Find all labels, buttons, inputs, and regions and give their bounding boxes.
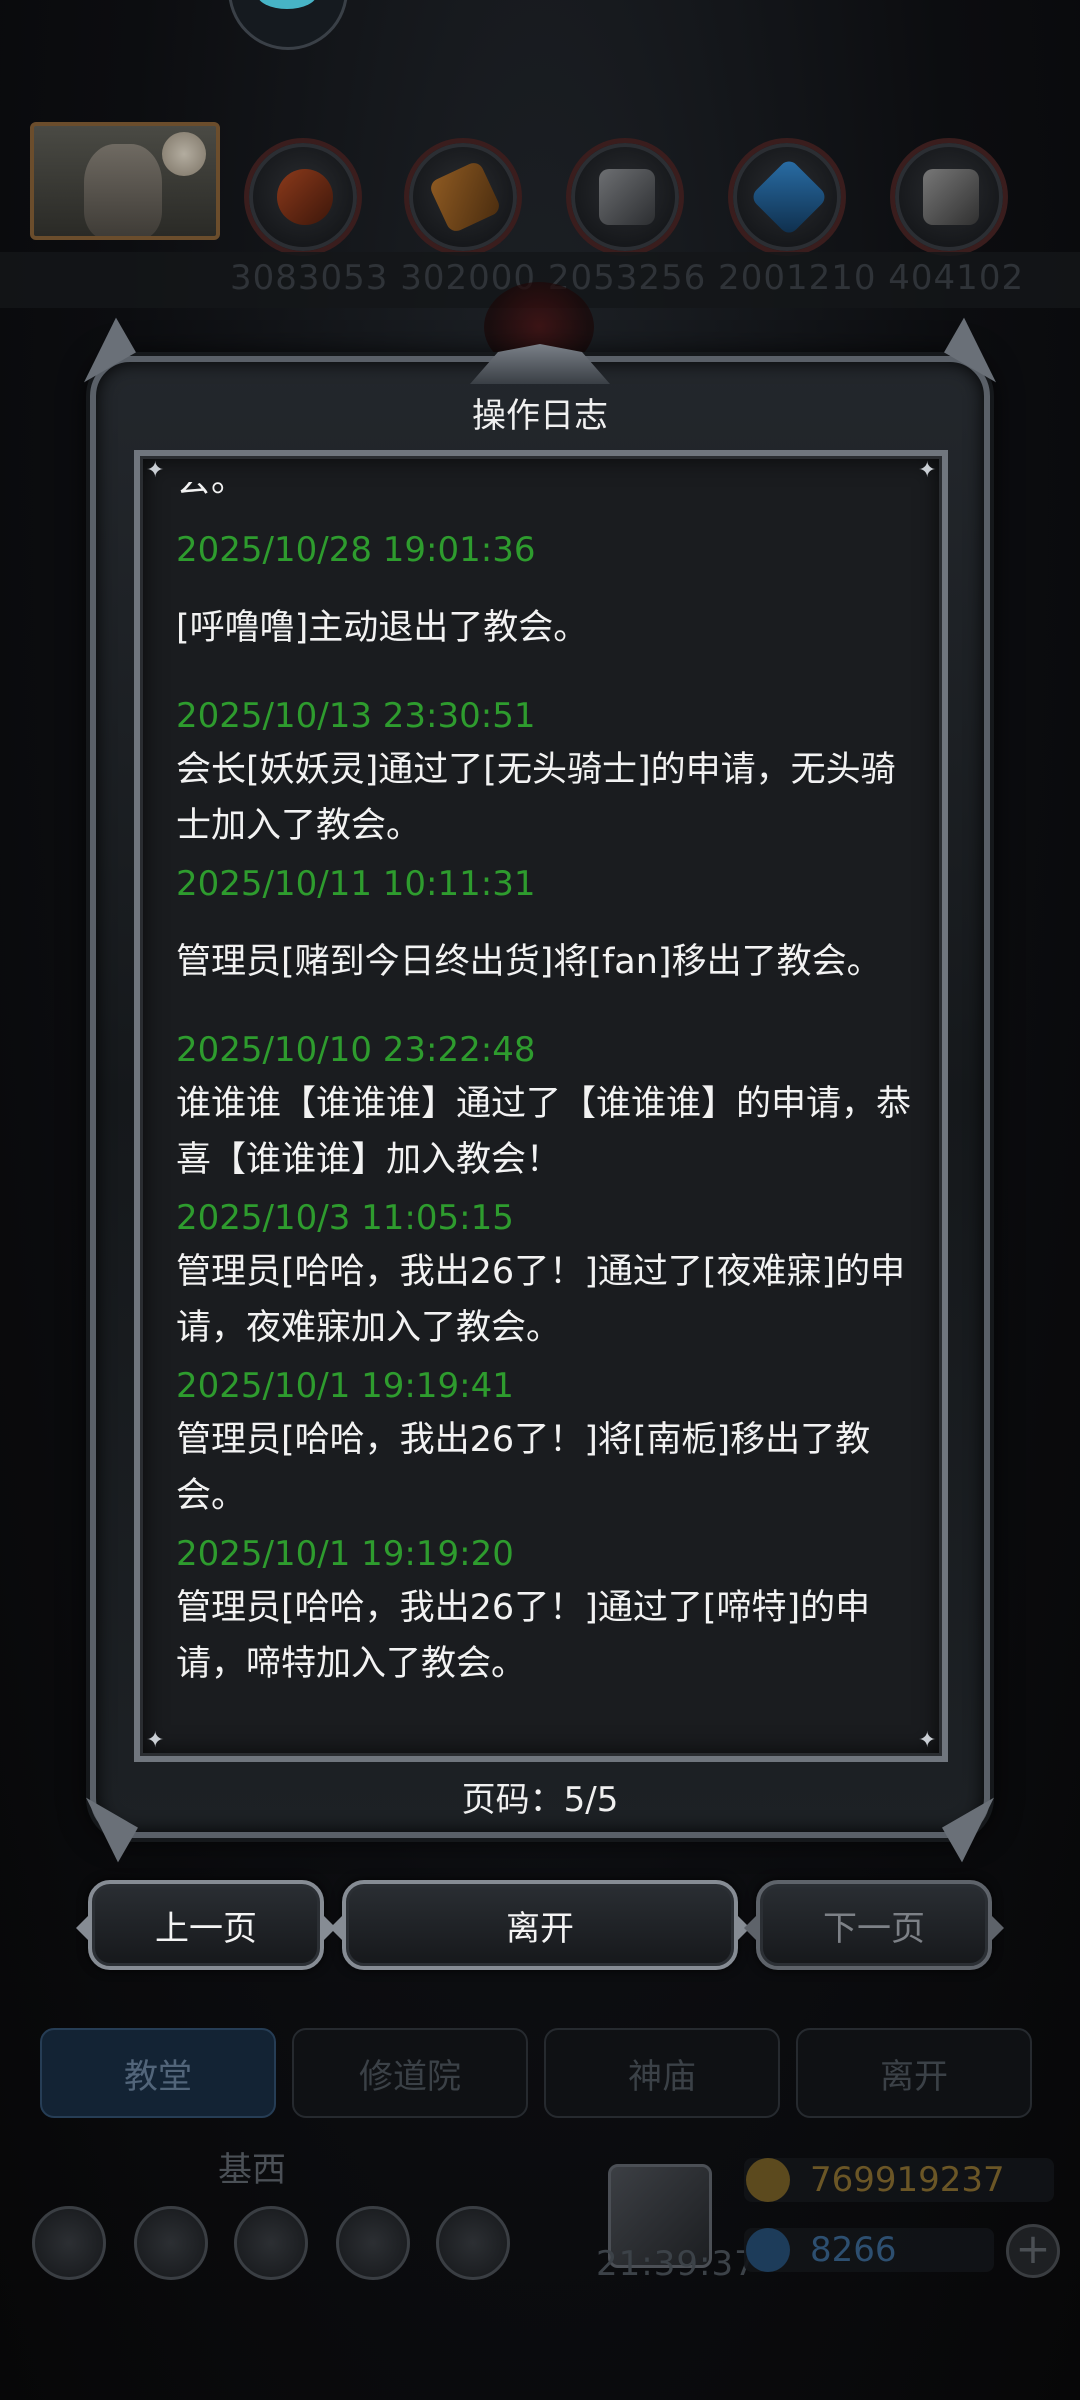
game-screen: 3083053 302000 2053256 2001210 404102 教堂… bbox=[0, 0, 1080, 2400]
log-timestamp: 2025/10/3 11:05:15 bbox=[176, 1198, 514, 1238]
log-scroll-area[interactable]: 会。 2025/10/28 19:01:36 [呼噜噜]主动退出了教会。 202… bbox=[154, 482, 926, 1730]
steel-resource bbox=[890, 138, 1008, 256]
log-timestamp: 2025/10/11 10:11:31 bbox=[176, 864, 536, 904]
resource-amounts: 3083053 302000 2053256 2001210 404102 bbox=[230, 258, 1025, 298]
wood-icon bbox=[427, 159, 503, 235]
page-indicator: 页码：5/5 bbox=[461, 1780, 619, 1820]
player-name: 基西 bbox=[218, 2150, 286, 2190]
clock: 21:39:37 bbox=[596, 2244, 757, 2284]
log-timestamp: 2025/10/13 23:30:51 bbox=[176, 696, 536, 736]
prev-page-button[interactable]: 上一页 bbox=[76, 1880, 336, 1970]
log-text: [呼噜噜]主动退出了教会。 bbox=[176, 608, 589, 648]
log-entry: 会。 bbox=[176, 482, 916, 508]
gold-icon bbox=[746, 2158, 790, 2202]
log-entry: 2025/10/1 19:19:41 管理员[哈哈，我出26了！]将[南栀]移出… bbox=[176, 1360, 916, 1524]
log-text: 管理员[哈哈，我出26了！]通过了[啼特]的申请，啼特加入了教会。 bbox=[176, 1588, 871, 1684]
box-icon bbox=[436, 2206, 510, 2280]
iron-resource bbox=[566, 138, 684, 256]
log-timestamp: 2025/10/10 23:22:48 bbox=[176, 1030, 536, 1070]
leave-label: 离开 bbox=[506, 1908, 574, 1949]
log-panel: ✦ ✦ ✦ ✦ 会。 2025/10/28 19:01:36 [呼噜噜]主动退出… bbox=[134, 450, 948, 1762]
scroll-icon bbox=[234, 2206, 308, 2280]
log-timestamp: 2025/10/28 19:01:36 bbox=[176, 530, 536, 570]
log-entry: 2025/10/11 10:11:31 管理员[赌到今日终出货]将[fan]移出… bbox=[176, 858, 916, 990]
log-entry: 2025/10/13 23:30:51 会长[妖妖灵]通过了[无头骑士]的申请，… bbox=[176, 690, 916, 854]
log-entry: 2025/10/28 19:01:36 [呼噜噜]主动退出了教会。 bbox=[176, 524, 916, 656]
settings-icon bbox=[32, 2206, 106, 2280]
corner-sparkle-icon: ✦ bbox=[918, 1728, 937, 1753]
tab-church: 教堂 bbox=[40, 2028, 276, 2118]
wood-resource bbox=[404, 138, 522, 256]
mail-icon bbox=[336, 2206, 410, 2280]
log-entry: 2025/10/10 23:22:48 谁谁谁【谁谁谁】通过了【谁谁谁】的申请，… bbox=[176, 1024, 916, 1188]
crystal-icon bbox=[749, 157, 829, 237]
tab-temple: 神庙 bbox=[544, 2028, 780, 2118]
next-page-button[interactable]: 下一页 bbox=[744, 1880, 1004, 1970]
meat-icon bbox=[277, 169, 333, 225]
log-text: 会。 bbox=[176, 482, 916, 508]
steel-icon bbox=[923, 169, 979, 225]
log-entry: 2025/10/1 19:19:20 管理员[哈哈，我出26了！]通过了[啼特]… bbox=[176, 1528, 916, 1692]
log-text: 管理员[哈哈，我出26了！]通过了[夜难寐]的申请，夜难寐加入了教会。 bbox=[176, 1252, 906, 1348]
gem-icon bbox=[746, 2228, 790, 2272]
gold-counter: 769919237 bbox=[744, 2158, 1054, 2202]
player-portrait bbox=[30, 122, 220, 240]
tab-leave: 离开 bbox=[796, 2028, 1032, 2118]
log-text: 谁谁谁【谁谁谁】通过了【谁谁谁】的申请，恭喜【谁谁谁】加入教会！ bbox=[176, 1084, 912, 1180]
star-icon bbox=[134, 2206, 208, 2280]
log-text: 管理员[赌到今日终出货]将[fan]移出了教会。 bbox=[176, 942, 882, 982]
prev-page-label: 上一页 bbox=[155, 1908, 257, 1949]
log-entry: 2025/10/3 11:05:15 管理员[哈哈，我出26了！]通过了[夜难寐… bbox=[176, 1192, 916, 1356]
fish-icon bbox=[257, 0, 317, 9]
corner-sparkle-icon: ✦ bbox=[918, 458, 937, 483]
log-timestamp: 2025/10/1 19:19:20 bbox=[176, 1534, 514, 1574]
corner-sparkle-icon: ✦ bbox=[146, 1728, 165, 1753]
iron-icon bbox=[599, 169, 655, 225]
corner-sparkle-icon: ✦ bbox=[146, 458, 165, 483]
gem-counter: 8266 bbox=[744, 2228, 994, 2272]
log-text: 管理员[哈哈，我出26了！]将[南栀]移出了教会。 bbox=[176, 1420, 871, 1516]
log-text: 会长[妖妖灵]通过了[无头骑士]的申请，无头骑士加入了教会。 bbox=[176, 750, 896, 846]
pet-avatar bbox=[228, 0, 348, 50]
leave-button[interactable]: 离开 bbox=[330, 1880, 750, 1970]
tab-monastery: 修道院 bbox=[292, 2028, 528, 2118]
add-currency-icon: + bbox=[1006, 2224, 1060, 2278]
next-page-label: 下一页 bbox=[823, 1908, 925, 1949]
dialog-title: 操作日志 bbox=[472, 396, 608, 436]
meat-resource bbox=[244, 138, 362, 256]
log-list: 会。 2025/10/28 19:01:36 [呼噜噜]主动退出了教会。 202… bbox=[176, 482, 916, 1692]
background-tabs: 教堂 修道院 神庙 离开 bbox=[40, 2028, 1040, 2118]
crystal-resource bbox=[728, 138, 846, 256]
log-timestamp: 2025/10/1 19:19:41 bbox=[176, 1366, 514, 1406]
